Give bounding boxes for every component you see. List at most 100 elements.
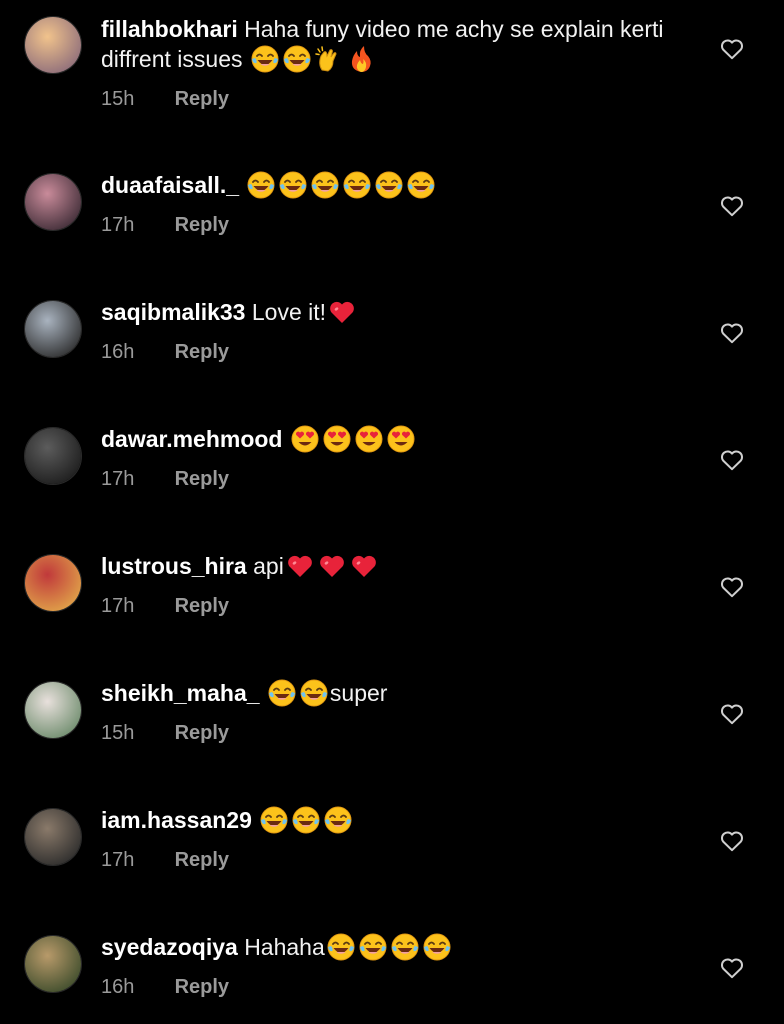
reply-button[interactable]: Reply [175, 341, 229, 363]
comment-username[interactable]: iam.hassan29 [101, 807, 252, 833]
comment-text: fillahbokhari Haha funy video me achy se… [101, 14, 691, 74]
avatar-image [25, 428, 81, 484]
reply-button[interactable]: Reply [175, 214, 229, 236]
laughing-tears-emoji [282, 44, 312, 74]
comment-text: duaafaisall._ [101, 170, 691, 200]
comment-time: 17h [101, 214, 135, 236]
comment-item: syedazoqiya Hahaha 16h Reply [0, 889, 784, 1016]
comment-message: Love it! [251, 299, 327, 325]
heart-outline-icon[interactable] [720, 449, 744, 471]
laughing-tears-emoji [259, 805, 289, 835]
heart-eyes-emoji [322, 424, 352, 454]
comment-username[interactable]: syedazoqiya [101, 934, 238, 960]
comment-time: 16h [101, 976, 135, 998]
comment-message-tail: super [329, 680, 388, 706]
comment-meta: 15h Reply [101, 87, 691, 111]
comment-text: saqibmalik33 Love it! [101, 297, 691, 327]
comment-item: duaafaisall._ 17h Reply [0, 127, 784, 254]
heart-outline-icon[interactable] [720, 38, 744, 60]
comment-meta: 17h Reply [101, 213, 691, 237]
fire-emoji [346, 44, 376, 74]
comment-text: syedazoqiya Hahaha [101, 932, 691, 962]
reply-button[interactable]: Reply [175, 468, 229, 490]
reply-button[interactable]: Reply [175, 722, 229, 744]
comment-username[interactable]: dawar.mehmood [101, 426, 282, 452]
clapping-hands-emoji [314, 44, 344, 74]
emoji-row [266, 678, 330, 708]
laughing-tears-emoji [299, 678, 329, 708]
comment-text: sheikh_maha_ super [101, 678, 691, 708]
comment-meta: 17h Reply [101, 848, 691, 872]
laughing-tears-emoji [374, 170, 404, 200]
comment-meta: 17h Reply [101, 467, 691, 491]
heart-outline-icon[interactable] [720, 576, 744, 598]
comment-item: saqibmalik33 Love it! 16h Reply [0, 254, 784, 381]
comment-time: 17h [101, 468, 135, 490]
emoji-row [258, 805, 354, 835]
comment-username[interactable]: fillahbokhari [101, 16, 238, 42]
laughing-tears-emoji [323, 805, 353, 835]
reply-button[interactable]: Reply [175, 595, 229, 617]
emoji-row [284, 553, 380, 579]
reply-button[interactable]: Reply [175, 976, 229, 998]
laughing-tears-emoji [326, 932, 356, 962]
avatar[interactable] [24, 681, 82, 739]
avatar[interactable] [24, 173, 82, 231]
comment-item: dawar.mehmood 17h Reply [0, 381, 784, 508]
laughing-tears-emoji [246, 170, 276, 200]
comment-message: api [253, 553, 284, 579]
comment-time: 15h [101, 722, 135, 744]
avatar-image [25, 174, 81, 230]
red-heart-emoji [327, 297, 357, 327]
avatar[interactable] [24, 300, 82, 358]
comment-meta: 17h Reply [101, 594, 691, 618]
laughing-tears-emoji [310, 170, 340, 200]
reply-button[interactable]: Reply [175, 849, 229, 871]
laughing-tears-emoji [422, 932, 452, 962]
emoji-row [249, 44, 377, 74]
comment-list: fillahbokhari Haha funy video me achy se… [0, 0, 784, 1024]
avatar[interactable] [24, 935, 82, 993]
heart-outline-icon[interactable] [720, 322, 744, 344]
avatar-image [25, 301, 81, 357]
comment-item: lustrous_hira api 17h Reply [0, 508, 784, 635]
comment-message: Hahaha [244, 934, 325, 960]
avatar[interactable] [24, 16, 82, 74]
heart-outline-icon[interactable] [720, 957, 744, 979]
heart-outline-icon[interactable] [720, 703, 744, 725]
laughing-tears-emoji [250, 44, 280, 74]
laughing-tears-emoji [342, 170, 372, 200]
comment-text: iam.hassan29 [101, 805, 691, 835]
reply-button[interactable]: Reply [175, 88, 229, 110]
comment-time: 17h [101, 849, 135, 871]
comment-text: lustrous_hira api [101, 551, 691, 581]
heart-eyes-emoji [354, 424, 384, 454]
avatar-image [25, 809, 81, 865]
avatar-image [25, 682, 81, 738]
laughing-tears-emoji [267, 678, 297, 708]
red-heart-emoji [349, 551, 379, 581]
red-heart-emoji [285, 551, 315, 581]
avatar[interactable] [24, 554, 82, 612]
heart-eyes-emoji [386, 424, 416, 454]
comment-text: dawar.mehmood [101, 424, 691, 454]
emoji-row [326, 299, 358, 325]
avatar[interactable] [24, 808, 82, 866]
comment-username[interactable]: sheikh_maha_ [101, 680, 260, 706]
laughing-tears-emoji [278, 170, 308, 200]
comment-meta: 16h Reply [101, 340, 691, 364]
avatar[interactable] [24, 427, 82, 485]
heart-outline-icon[interactable] [720, 195, 744, 217]
laughing-tears-emoji [358, 932, 388, 962]
emoji-row [289, 424, 417, 454]
emoji-row [325, 932, 453, 962]
comment-meta: 16h Reply [101, 975, 691, 999]
avatar-image [25, 555, 81, 611]
heart-eyes-emoji [290, 424, 320, 454]
comment-item: sheikh_maha_ super 15h Reply [0, 635, 784, 762]
laughing-tears-emoji [291, 805, 321, 835]
heart-outline-icon[interactable] [720, 830, 744, 852]
comment-username[interactable]: saqibmalik33 [101, 299, 245, 325]
comment-username[interactable]: duaafaisall._ [101, 172, 239, 198]
comment-username[interactable]: lustrous_hira [101, 553, 247, 579]
